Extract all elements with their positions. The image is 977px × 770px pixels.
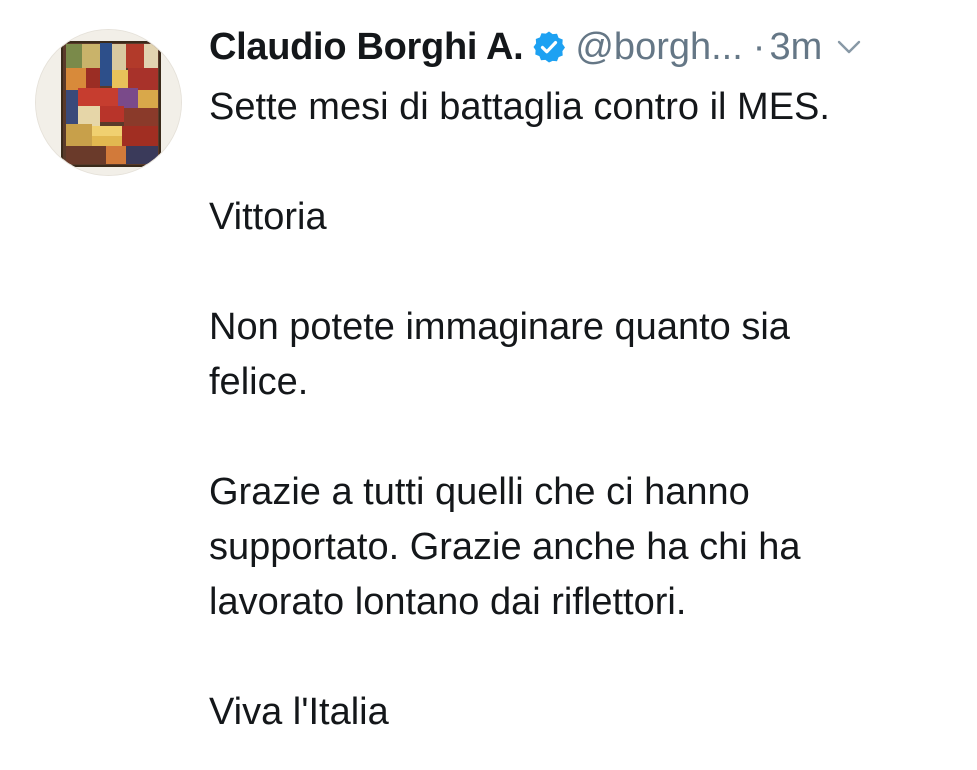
tweet-line: Grazie a tutti quelli che ci hanno <box>209 471 750 513</box>
tweet-paragraph: Viva l'Italia <box>209 685 949 740</box>
tweet-text: Sette mesi di battaglia contro il MES. V… <box>209 80 949 740</box>
tweet-line: supportato. Grazie anche ha chi ha <box>209 526 801 568</box>
tweet-paragraph: Grazie a tutti quelli che ci hanno suppo… <box>209 465 949 630</box>
tweet-line: Viva l'Italia <box>209 691 389 733</box>
tweet-header: Claudio Borghi A. @borgh... · 3m <box>209 22 862 72</box>
tweet-line: Vittoria <box>209 196 327 238</box>
tweet-timestamp[interactable]: 3m <box>769 26 822 69</box>
author-display-name[interactable]: Claudio Borghi A. <box>209 26 524 69</box>
author-handle[interactable]: @borgh... <box>575 26 742 69</box>
tweet-paragraph: Vittoria <box>209 190 949 245</box>
tweet-paragraph: Non potete immaginare quanto sia felice. <box>209 300 949 410</box>
separator-dot: · <box>752 25 766 68</box>
abstract-geometric-painting-avatar <box>36 30 181 175</box>
verified-badge-icon <box>532 30 566 64</box>
tweet-paragraph: Sette mesi di battaglia contro il MES. <box>209 80 949 135</box>
tweet-line: Non potete immaginare quanto sia <box>209 306 790 348</box>
tweet-line: lavorato lontano dai riflettori. <box>209 581 687 623</box>
tweet: Claudio Borghi A. @borgh... · 3m Sette m… <box>0 0 977 770</box>
chevron-down-icon[interactable] <box>836 37 862 57</box>
tweet-line: felice. <box>209 361 309 403</box>
avatar[interactable] <box>36 30 181 175</box>
tweet-line: Sette mesi di battaglia contro il MES. <box>209 86 830 128</box>
